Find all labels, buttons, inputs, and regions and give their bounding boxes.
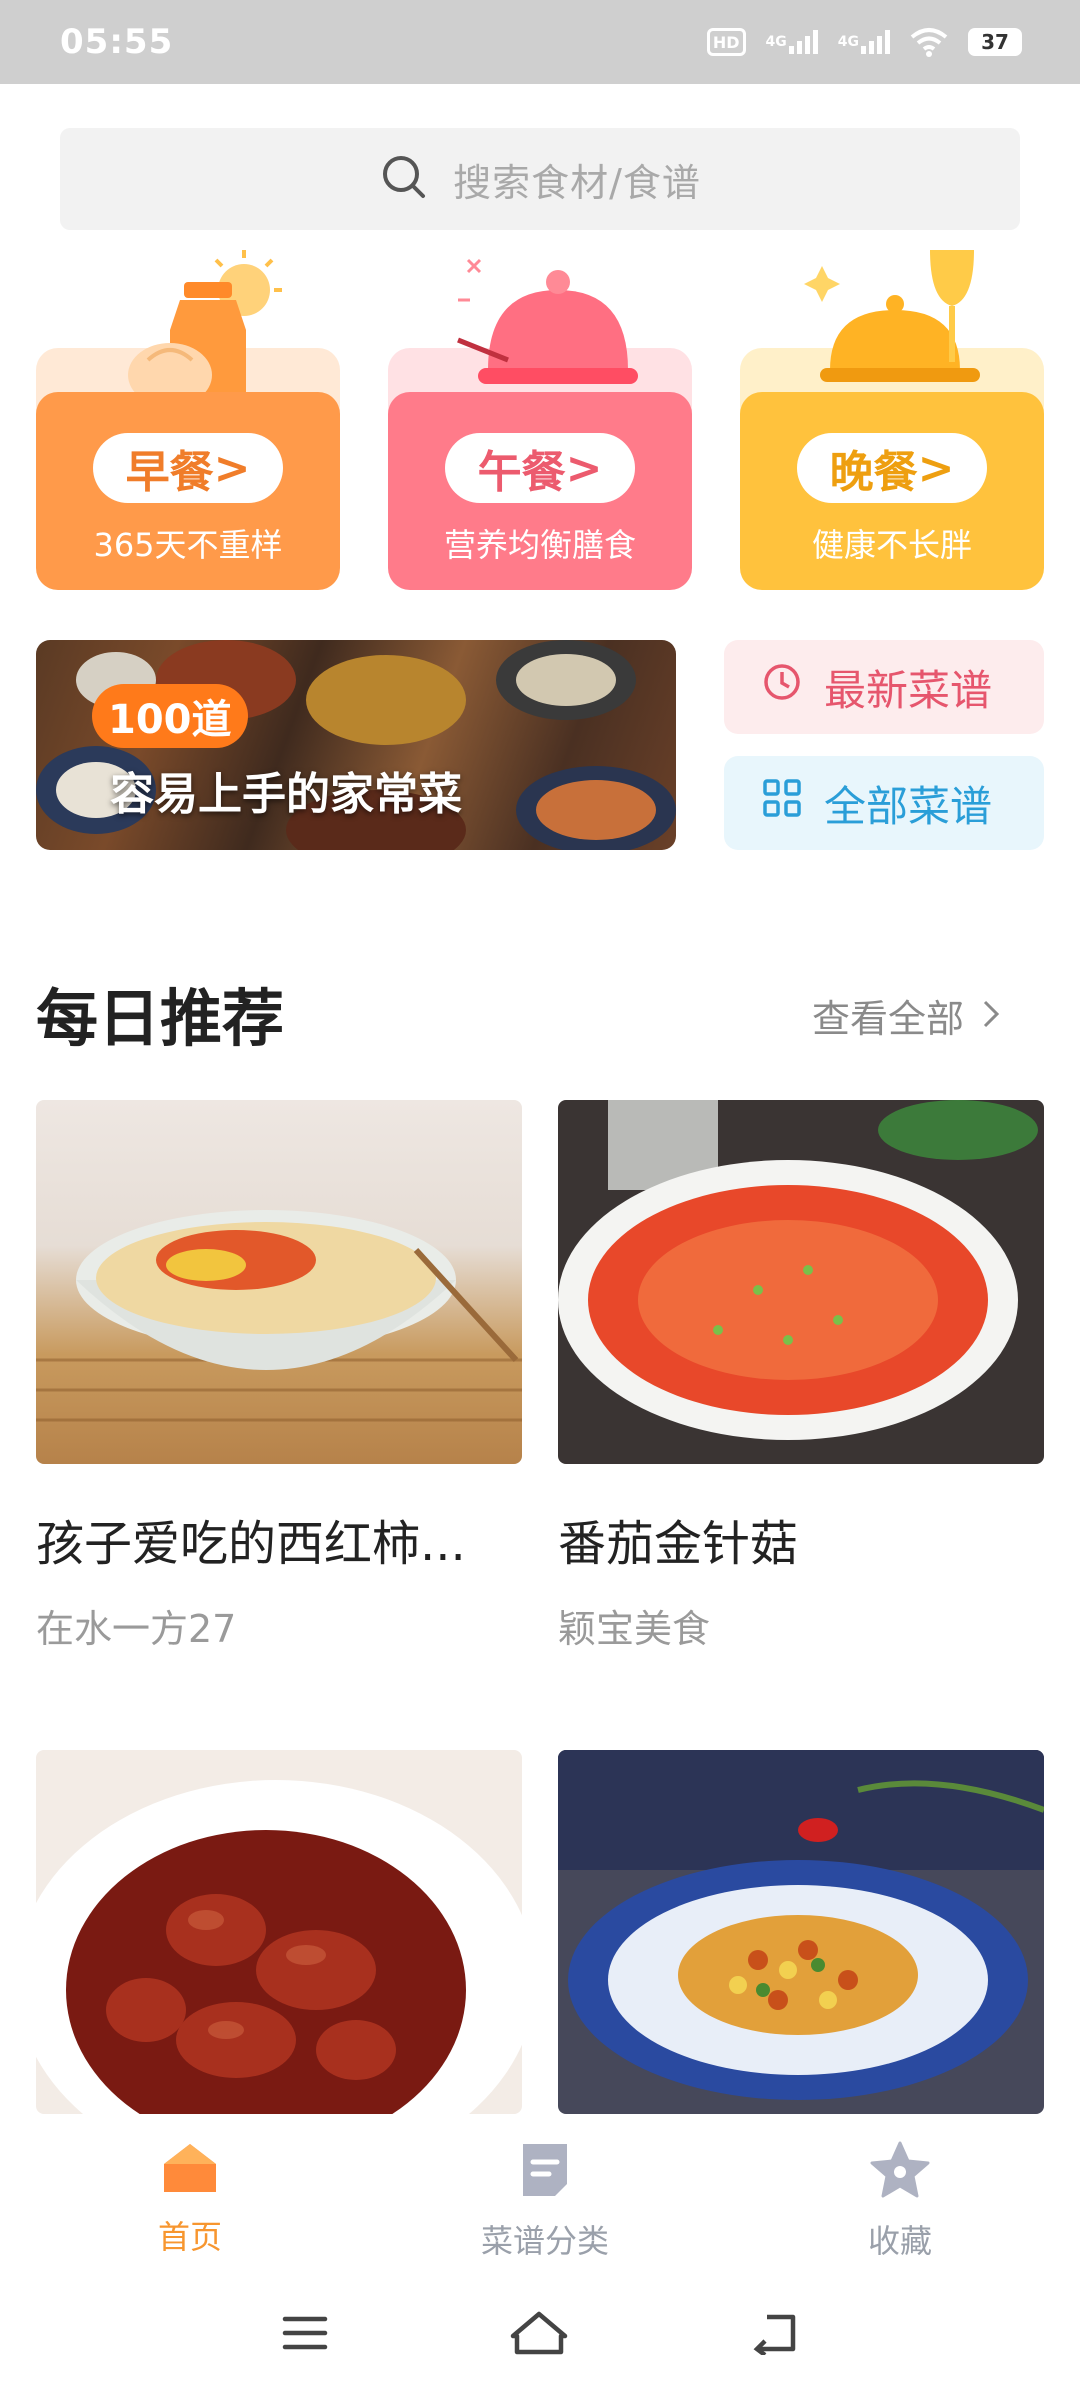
lunch-card[interactable]: 午餐 > 营养均衡膳食	[388, 230, 692, 590]
recipe-author: 在水一方27	[36, 1607, 237, 1651]
nav-home[interactable]: 首页	[100, 2120, 280, 2270]
nav-home-label: 首页	[157, 2218, 222, 2256]
chevron-right-icon: >	[565, 442, 603, 494]
grid-icon	[762, 778, 802, 828]
breakfast-card[interactable]: 早餐 > 365天不重样	[36, 230, 340, 590]
view-all-link[interactable]: 查看全部	[812, 988, 1000, 1043]
recipe-photo	[558, 1100, 1044, 1464]
recipe-photo	[36, 1100, 522, 1464]
recipe-card[interactable]	[36, 1750, 522, 2114]
recipe-photo	[558, 1750, 1044, 2114]
recipe-author: 颖宝美食	[558, 1607, 711, 1651]
recipe-card[interactable]	[558, 1750, 1044, 2114]
chevron-right-icon	[982, 994, 1000, 1038]
home-cooking-banner[interactable]: 100道 容易上手的家常菜	[36, 640, 676, 850]
all-recipes-label: 全部菜谱	[824, 781, 993, 831]
clock-icon	[762, 662, 802, 712]
breakfast-illustration-icon	[128, 250, 282, 410]
nav-recipe-category-label: 菜谱分类	[480, 2222, 609, 2260]
menu-icon[interactable]	[281, 2313, 329, 2357]
status-bar: 05:55 HD 4G 4G 37	[0, 0, 1080, 84]
daily-recommend-title: 每日推荐	[36, 982, 285, 1055]
all-recipes-button[interactable]: 全部菜谱	[724, 756, 1044, 850]
lunch-subtitle: 营养均衡膳食	[443, 526, 636, 564]
lunch-label: 午餐	[477, 447, 566, 498]
star-icon	[869, 2140, 931, 2204]
back-icon[interactable]	[749, 2311, 799, 2359]
breakfast-button[interactable]: 早餐 >	[93, 433, 283, 503]
system-navigation-bar	[0, 2270, 1080, 2400]
hd-icon: HD	[706, 28, 746, 56]
status-time: 05:55	[60, 22, 174, 62]
dinner-subtitle: 健康不长胖	[811, 526, 972, 564]
bottom-nav: 首页 菜谱分类 收藏	[0, 2120, 1080, 2270]
status-icons: HD 4G 4G 37	[706, 25, 1022, 59]
signal-label: 4G	[765, 34, 787, 50]
recipe-category-icon	[517, 2140, 573, 2204]
recipe-title: 番茄金针菇	[558, 1516, 799, 1572]
wifi-icon	[910, 25, 948, 59]
dinner-label: 晚餐	[829, 447, 918, 498]
home-button-icon[interactable]	[509, 2310, 569, 2360]
chevron-right-icon: >	[917, 442, 955, 494]
banner-badge: 100道	[92, 684, 248, 748]
search-icon	[379, 152, 429, 206]
banner-title: 容易上手的家常菜	[110, 769, 462, 820]
nav-favorites[interactable]: 收藏	[810, 2120, 990, 2270]
recipe-photo	[36, 1750, 522, 2114]
recipe-card[interactable]: 孩子爱吃的西红柿... 在水一方27	[36, 1100, 522, 1653]
view-all-label: 查看全部	[811, 997, 964, 1041]
dinner-card[interactable]: 晚餐 > 健康不长胖	[740, 230, 1044, 590]
recipe-card[interactable]: 番茄金针菇 颖宝美食	[558, 1100, 1044, 1653]
battery-icon: 37	[968, 28, 1022, 56]
nav-recipe-category[interactable]: 菜谱分类	[455, 2120, 635, 2270]
breakfast-label: 早餐	[125, 447, 214, 498]
search-bar[interactable]: 搜索食材/食谱	[60, 128, 1020, 230]
signal-label-2: 4G	[837, 34, 859, 50]
nav-favorites-label: 收藏	[867, 2222, 932, 2260]
latest-recipes-label: 最新菜谱	[824, 665, 993, 715]
signal-icon-2: 4G	[838, 25, 890, 59]
chevron-right-icon: >	[213, 442, 251, 494]
search-placeholder: 搜索食材/食谱	[453, 160, 701, 205]
breakfast-subtitle: 365天不重样	[93, 526, 283, 564]
dinner-illustration-icon	[804, 250, 980, 382]
signal-icon: 4G	[766, 25, 818, 59]
recipe-title: 孩子爱吃的西红柿...	[36, 1516, 466, 1572]
lunch-illustration-icon	[457, 258, 638, 384]
lunch-button[interactable]: 午餐 >	[445, 433, 635, 503]
home-icon	[160, 2140, 220, 2200]
dinner-button[interactable]: 晚餐 >	[797, 433, 987, 503]
latest-recipes-button[interactable]: 最新菜谱	[724, 640, 1044, 734]
